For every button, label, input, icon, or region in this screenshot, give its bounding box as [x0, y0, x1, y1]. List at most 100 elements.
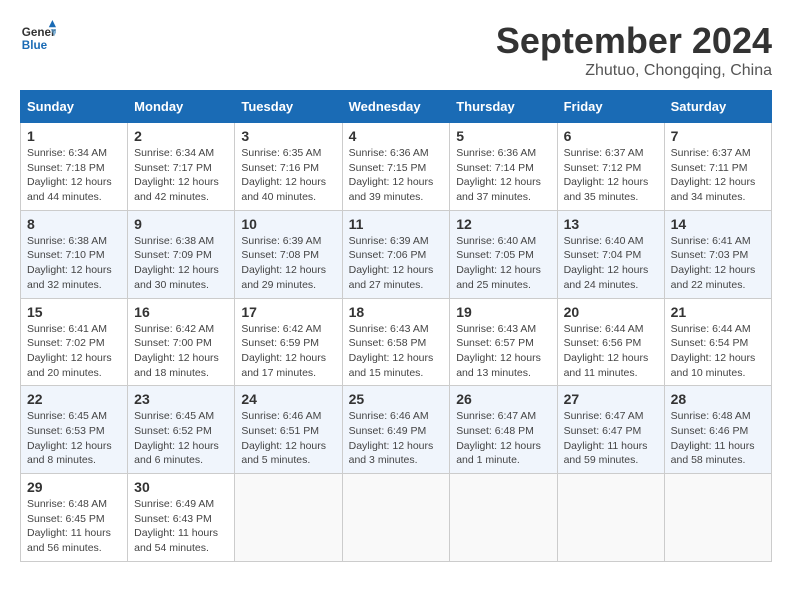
- calendar-cell: 24 Sunrise: 6:46 AMSunset: 6:51 PMDayligh…: [235, 386, 342, 474]
- weekday-header-wednesday: Wednesday: [342, 91, 450, 123]
- calendar-cell: 7 Sunrise: 6:37 AMSunset: 7:11 PMDaylight…: [664, 123, 771, 211]
- day-info: Sunrise: 6:41 AMSunset: 7:02 PMDaylight:…: [27, 322, 121, 381]
- logo: General Blue: [20, 20, 56, 56]
- day-number: 8: [27, 216, 121, 232]
- day-info: Sunrise: 6:47 AMSunset: 6:47 PMDaylight:…: [564, 409, 658, 468]
- day-number: 15: [27, 304, 121, 320]
- day-number: 18: [349, 304, 444, 320]
- day-info: Sunrise: 6:39 AMSunset: 7:08 PMDaylight:…: [241, 234, 335, 293]
- calendar-cell: 16 Sunrise: 6:42 AMSunset: 7:00 PMDayligh…: [128, 298, 235, 386]
- calendar-cell: 23 Sunrise: 6:45 AMSunset: 6:52 PMDayligh…: [128, 386, 235, 474]
- day-number: 22: [27, 391, 121, 407]
- calendar-cell: 5 Sunrise: 6:36 AMSunset: 7:14 PMDaylight…: [450, 123, 557, 211]
- weekday-header-row: SundayMondayTuesdayWednesdayThursdayFrid…: [21, 91, 772, 123]
- calendar-cell: 10 Sunrise: 6:39 AMSunset: 7:08 PMDayligh…: [235, 210, 342, 298]
- calendar-cell: 30Sunrise: 6:49 AMSunset: 6:43 PMDayligh…: [128, 474, 235, 562]
- calendar-week-row: 1 Sunrise: 6:34 AMSunset: 7:18 PMDaylight…: [21, 123, 772, 211]
- calendar-table: SundayMondayTuesdayWednesdayThursdayFrid…: [20, 90, 772, 562]
- day-info: Sunrise: 6:43 AMSunset: 6:58 PMDaylight:…: [349, 322, 444, 381]
- calendar-week-row: 8 Sunrise: 6:38 AMSunset: 7:10 PMDaylight…: [21, 210, 772, 298]
- weekday-header-thursday: Thursday: [450, 91, 557, 123]
- calendar-cell: [450, 474, 557, 562]
- calendar-cell: 14 Sunrise: 6:41 AMSunset: 7:03 PMDayligh…: [664, 210, 771, 298]
- calendar-cell: 6Sunrise: 6:37 AMSunset: 7:12 PMDaylight…: [557, 123, 664, 211]
- day-info: Sunrise: 6:37 AMSunset: 7:11 PMDaylight:…: [671, 146, 765, 205]
- day-info: Sunrise: 6:42 AMSunset: 7:00 PMDaylight:…: [134, 322, 228, 381]
- calendar-cell: 13 Sunrise: 6:40 AMSunset: 7:04 PMDayligh…: [557, 210, 664, 298]
- month-year-title: September 2024: [496, 20, 772, 62]
- calendar-cell: 26Sunrise: 6:47 AMSunset: 6:48 PMDayligh…: [450, 386, 557, 474]
- calendar-cell: [235, 474, 342, 562]
- day-info: Sunrise: 6:44 AMSunset: 6:54 PMDaylight:…: [671, 322, 765, 381]
- calendar-cell: 29Sunrise: 6:48 AMSunset: 6:45 PMDayligh…: [21, 474, 128, 562]
- calendar-cell: 17 Sunrise: 6:42 AMSunset: 6:59 PMDayligh…: [235, 298, 342, 386]
- day-number: 9: [134, 216, 228, 232]
- location-text: Zhutuo, Chongqing, China: [496, 62, 772, 80]
- calendar-cell: 12Sunrise: 6:40 AMSunset: 7:05 PMDayligh…: [450, 210, 557, 298]
- page-header: General Blue September 2024 Zhutuo, Chon…: [20, 20, 772, 80]
- calendar-cell: 28Sunrise: 6:48 AMSunset: 6:46 PMDayligh…: [664, 386, 771, 474]
- day-info: Sunrise: 6:48 AMSunset: 6:46 PMDaylight:…: [671, 409, 765, 468]
- day-info: Sunrise: 6:41 AMSunset: 7:03 PMDaylight:…: [671, 234, 765, 293]
- day-number: 23: [134, 391, 228, 407]
- calendar-cell: [664, 474, 771, 562]
- day-number: 21: [671, 304, 765, 320]
- calendar-cell: 15 Sunrise: 6:41 AMSunset: 7:02 PMDayligh…: [21, 298, 128, 386]
- day-number: 20: [564, 304, 658, 320]
- day-info: Sunrise: 6:36 AMSunset: 7:14 PMDaylight:…: [456, 146, 550, 205]
- day-number: 24: [241, 391, 335, 407]
- weekday-header-tuesday: Tuesday: [235, 91, 342, 123]
- day-info: Sunrise: 6:47 AMSunset: 6:48 PMDaylight:…: [456, 409, 550, 468]
- day-number: 14: [671, 216, 765, 232]
- calendar-week-row: 15 Sunrise: 6:41 AMSunset: 7:02 PMDayligh…: [21, 298, 772, 386]
- calendar-cell: 11 Sunrise: 6:39 AMSunset: 7:06 PMDayligh…: [342, 210, 450, 298]
- day-info: Sunrise: 6:43 AMSunset: 6:57 PMDaylight:…: [456, 322, 550, 381]
- calendar-cell: 22Sunrise: 6:45 AMSunset: 6:53 PMDayligh…: [21, 386, 128, 474]
- day-number: 2: [134, 128, 228, 144]
- day-number: 17: [241, 304, 335, 320]
- calendar-cell: [557, 474, 664, 562]
- weekday-header-saturday: Saturday: [664, 91, 771, 123]
- calendar-cell: 25 Sunrise: 6:46 AMSunset: 6:49 PMDayligh…: [342, 386, 450, 474]
- day-number: 13: [564, 216, 658, 232]
- calendar-cell: 8 Sunrise: 6:38 AMSunset: 7:10 PMDaylight…: [21, 210, 128, 298]
- logo-icon: General Blue: [20, 20, 56, 56]
- day-info: Sunrise: 6:46 AMSunset: 6:51 PMDaylight:…: [241, 409, 335, 468]
- weekday-header-friday: Friday: [557, 91, 664, 123]
- calendar-cell: 2 Sunrise: 6:34 AMSunset: 7:17 PMDaylight…: [128, 123, 235, 211]
- calendar-cell: 21 Sunrise: 6:44 AMSunset: 6:54 PMDayligh…: [664, 298, 771, 386]
- calendar-cell: 4 Sunrise: 6:36 AMSunset: 7:15 PMDaylight…: [342, 123, 450, 211]
- day-info: Sunrise: 6:38 AMSunset: 7:09 PMDaylight:…: [134, 234, 228, 293]
- calendar-cell: 27Sunrise: 6:47 AMSunset: 6:47 PMDayligh…: [557, 386, 664, 474]
- day-number: 6: [564, 128, 658, 144]
- day-number: 5: [456, 128, 550, 144]
- day-number: 12: [456, 216, 550, 232]
- weekday-header-sunday: Sunday: [21, 91, 128, 123]
- day-number: 11: [349, 216, 444, 232]
- day-number: 7: [671, 128, 765, 144]
- day-number: 10: [241, 216, 335, 232]
- day-info: Sunrise: 6:42 AMSunset: 6:59 PMDaylight:…: [241, 322, 335, 381]
- day-info: Sunrise: 6:46 AMSunset: 6:49 PMDaylight:…: [349, 409, 444, 468]
- day-info: Sunrise: 6:40 AMSunset: 7:04 PMDaylight:…: [564, 234, 658, 293]
- calendar-week-row: 29Sunrise: 6:48 AMSunset: 6:45 PMDayligh…: [21, 474, 772, 562]
- day-info: Sunrise: 6:45 AMSunset: 6:52 PMDaylight:…: [134, 409, 228, 468]
- day-info: Sunrise: 6:38 AMSunset: 7:10 PMDaylight:…: [27, 234, 121, 293]
- day-info: Sunrise: 6:39 AMSunset: 7:06 PMDaylight:…: [349, 234, 444, 293]
- svg-text:General: General: [22, 26, 56, 39]
- day-info: Sunrise: 6:36 AMSunset: 7:15 PMDaylight:…: [349, 146, 444, 205]
- calendar-cell: 19Sunrise: 6:43 AMSunset: 6:57 PMDayligh…: [450, 298, 557, 386]
- day-number: 25: [349, 391, 444, 407]
- calendar-cell: 1 Sunrise: 6:34 AMSunset: 7:18 PMDaylight…: [21, 123, 128, 211]
- day-number: 4: [349, 128, 444, 144]
- day-number: 16: [134, 304, 228, 320]
- day-info: Sunrise: 6:35 AMSunset: 7:16 PMDaylight:…: [241, 146, 335, 205]
- day-info: Sunrise: 6:34 AMSunset: 7:18 PMDaylight:…: [27, 146, 121, 205]
- day-number: 30: [134, 479, 228, 495]
- day-info: Sunrise: 6:34 AMSunset: 7:17 PMDaylight:…: [134, 146, 228, 205]
- weekday-header-monday: Monday: [128, 91, 235, 123]
- day-info: Sunrise: 6:48 AMSunset: 6:45 PMDaylight:…: [27, 497, 121, 556]
- calendar-cell: 18 Sunrise: 6:43 AMSunset: 6:58 PMDayligh…: [342, 298, 450, 386]
- calendar-week-row: 22Sunrise: 6:45 AMSunset: 6:53 PMDayligh…: [21, 386, 772, 474]
- day-number: 1: [27, 128, 121, 144]
